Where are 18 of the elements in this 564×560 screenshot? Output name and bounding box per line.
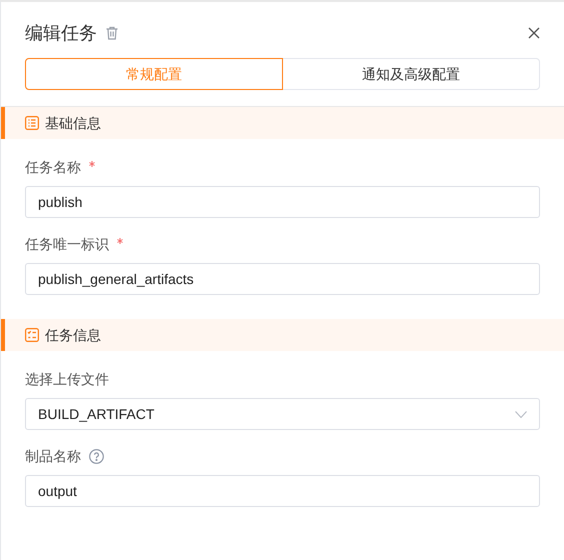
field-label: 选择上传文件 bbox=[25, 370, 109, 388]
list-icon bbox=[25, 116, 39, 130]
checklist-icon bbox=[25, 328, 39, 342]
field-label: 任务唯一标识 bbox=[25, 234, 109, 254]
tab[interactable]: 通知及高级配置 bbox=[282, 58, 540, 90]
select-field[interactable]: BUILD_ARTIFACT bbox=[25, 398, 540, 430]
input-field[interactable]: publish_general_artifacts bbox=[25, 263, 540, 295]
input-field[interactable]: output bbox=[25, 475, 540, 507]
close-icon[interactable] bbox=[528, 27, 540, 39]
help-icon[interactable] bbox=[89, 448, 104, 464]
input-field[interactable]: publish bbox=[25, 186, 540, 218]
trash-icon[interactable] bbox=[105, 26, 119, 40]
dialog-title: 编辑任务 bbox=[25, 22, 97, 44]
chevron-down-icon bbox=[515, 410, 527, 418]
field-label: 制品名称 bbox=[25, 446, 81, 466]
field-label: 任务名称 bbox=[25, 158, 81, 176]
section-title: 任务信息 bbox=[45, 326, 101, 344]
section-title: 基础信息 bbox=[45, 114, 101, 132]
